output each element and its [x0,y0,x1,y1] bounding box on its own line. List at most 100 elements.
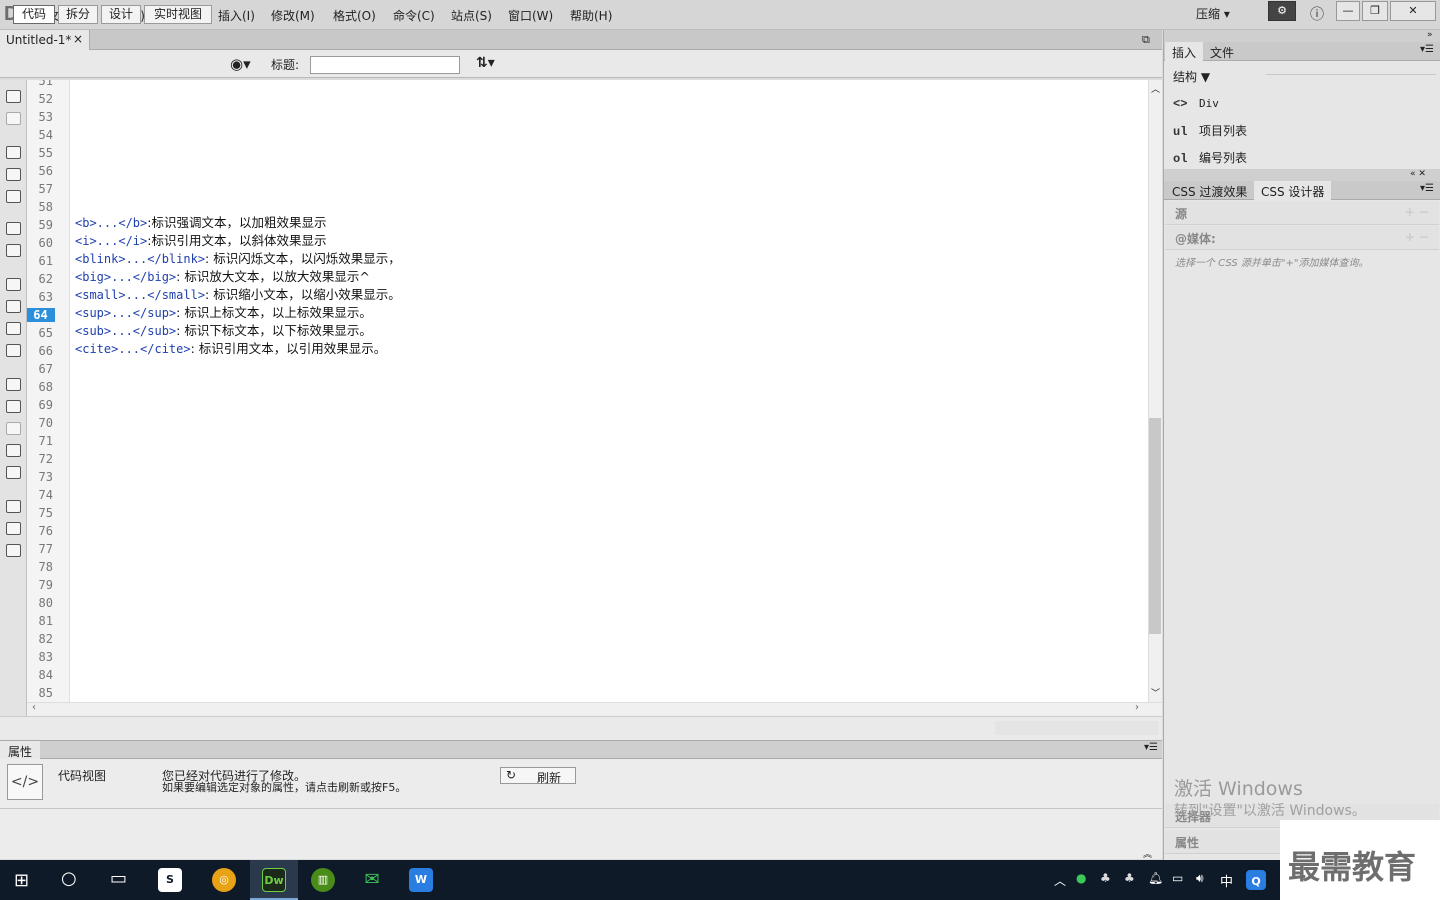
code-tag: <big>...</big> [75,270,177,284]
tab-css-transitions[interactable]: CSS 过渡效果 [1165,181,1254,200]
chrome-icon[interactable]: ◎ [212,868,236,892]
info-icon[interactable]: ⓘ [1310,4,1324,24]
show-code-navigator-icon[interactable] [6,112,21,125]
scroll-down-icon[interactable]: ﹀ [1151,686,1160,699]
syntax-coloring-icon[interactable] [6,344,21,357]
search-icon[interactable]: ○ [61,868,77,889]
menu-item[interactable]: 帮助(H) [570,7,612,24]
tray-wechat-icon[interactable]: ● [1076,871,1086,885]
app-s-icon[interactable]: S [158,868,182,892]
code-tag: <blink>...</blink> [75,252,206,266]
notification-icon[interactable]: 🔔︎ [1148,871,1163,885]
settings-icon[interactable]: ⚙ [1268,1,1296,21]
refresh-label: 刷新 [537,771,562,785]
task-view-icon[interactable]: ▭ [110,868,127,889]
apply-comment-icon[interactable] [6,378,21,391]
scroll-left-icon[interactable]: ‹ [32,702,36,713]
restore-button[interactable]: ❐ [1362,1,1388,21]
code-view-button[interactable]: 代码 [13,5,55,24]
dock-header [1164,30,1440,42]
line-number: 67 [38,362,53,376]
line-number: 69 [38,398,53,412]
remove-comment-icon[interactable] [6,400,21,413]
menu-item[interactable]: 插入(I) [218,7,255,24]
file-management-icon[interactable]: ⇅▾ [476,55,495,71]
line-number: 65 [38,326,53,340]
volume-icon[interactable]: 🔊︎ [1196,871,1204,886]
scroll-right-icon[interactable]: › [1135,702,1139,713]
move-css-icon[interactable] [6,466,21,479]
menu-item[interactable]: 站点(S) [451,7,492,24]
collapse-selection-icon[interactable] [6,168,21,181]
indent-code-icon[interactable] [6,500,21,513]
split-view-button[interactable]: 拆分 [58,5,98,24]
outdent-code-icon[interactable] [6,522,21,535]
ime-indicator[interactable]: 中 [1220,871,1233,890]
css-media-section[interactable]: @媒体: + − [1165,226,1439,250]
minimize-button[interactable]: — [1336,1,1360,21]
network-icon[interactable]: ▭ [1172,871,1183,885]
tray-expand-icon[interactable]: ︿ [1054,872,1066,889]
expand-properties-icon[interactable]: ︽ [1143,847,1152,860]
line-number: 70 [38,416,53,430]
insert-div[interactable]: <> Div [1173,96,1219,111]
collapse-dock-icon[interactable]: » [1427,30,1433,40]
refresh-button[interactable]: ↻ 刷新 [500,767,576,785]
close-button[interactable]: ✕ [1390,1,1436,21]
title-input[interactable] [310,56,460,74]
wechat-icon[interactable]: ✉ [360,868,384,892]
tab-css-designer[interactable]: CSS 设计器 [1254,181,1332,200]
format-source-icon[interactable] [6,544,21,557]
maximize-doc-icon[interactable]: ⧉ [1142,33,1150,47]
line-number: 56 [38,164,53,178]
word-wrap-icon[interactable] [6,322,21,335]
document-tab[interactable]: Untitled-1* × [0,30,90,50]
wrap-tag-icon[interactable] [6,422,21,435]
css-panel-menu-icon[interactable]: ▾☰ [1420,183,1434,194]
start-icon[interactable]: ⊞ [14,870,29,891]
workspace-switcher[interactable]: 压缩 ▾ [1196,5,1230,22]
line-number: 64 [27,308,55,322]
close-tab-icon[interactable]: × [73,32,83,46]
design-view-button[interactable]: 设计 [101,5,141,24]
properties-menu-icon[interactable]: ▾☰ [1144,742,1158,753]
tray-qq2-icon[interactable]: ♣ [1124,871,1135,885]
tray-q-icon[interactable]: Q [1246,870,1266,890]
tray-qq-icon[interactable]: ♣ [1100,871,1111,885]
insert-panel-menu-icon[interactable]: ▾☰ [1420,44,1434,55]
scroll-up-icon[interactable]: ︿ [1151,82,1160,95]
live-view-button[interactable]: 实时视图 [144,5,212,24]
code-tag: <small>...</small> [75,288,206,302]
menu-item[interactable]: 修改(M) [271,7,315,24]
add-remove-source-icon[interactable]: + − [1405,205,1429,219]
vertical-scroll-thumb[interactable] [1149,418,1161,634]
line-number: 59 [38,218,53,232]
menu-item[interactable]: 命令(C) [393,7,435,24]
insert-category-dropdown[interactable]: 结构 ▼ [1173,68,1210,85]
line-numbers-icon[interactable] [6,278,21,291]
menu-item[interactable]: 窗口(W) [508,7,553,24]
balance-braces-icon[interactable] [6,244,21,257]
code-editor[interactable]: <b>...</b>:标识强调文本，以加粗效果显示 <i>...</i>:标识引用… [70,80,1148,702]
expand-all-icon[interactable] [6,190,21,203]
horizontal-scrollbar[interactable] [27,702,1162,716]
insert-ordered-list[interactable]: ol 编号列表 [1173,149,1247,166]
insert-unordered-list[interactable]: ul 项目列表 [1173,122,1247,139]
select-parent-tag-icon[interactable] [6,222,21,235]
melon-app-icon[interactable]: ▥ [311,868,335,892]
menu-item[interactable]: 格式(O) [333,7,376,24]
css-sources-section[interactable]: 源 + − [1165,201,1439,225]
recent-snippets-icon[interactable] [6,444,21,457]
code-line: <big>...</big>: 标识放大文本，以放大效果显示^ [75,268,370,286]
collapse-tag-icon[interactable] [6,146,21,159]
horizontal-scroll-thumb[interactable] [995,721,1158,735]
browser-preview-icon[interactable]: ◉▾ [230,55,251,73]
add-remove-media-icon[interactable]: + − [1405,230,1429,244]
tab-files[interactable]: 文件 [1203,42,1241,61]
open-documents-icon[interactable] [6,90,21,103]
writer-icon[interactable]: W [409,868,433,892]
properties-tab[interactable]: 属性 [0,741,40,759]
highlight-invalid-code-icon[interactable] [6,300,21,313]
tab-insert[interactable]: 插入 [1165,42,1204,61]
collapse-css-icon[interactable]: « ✕ [1410,169,1426,179]
